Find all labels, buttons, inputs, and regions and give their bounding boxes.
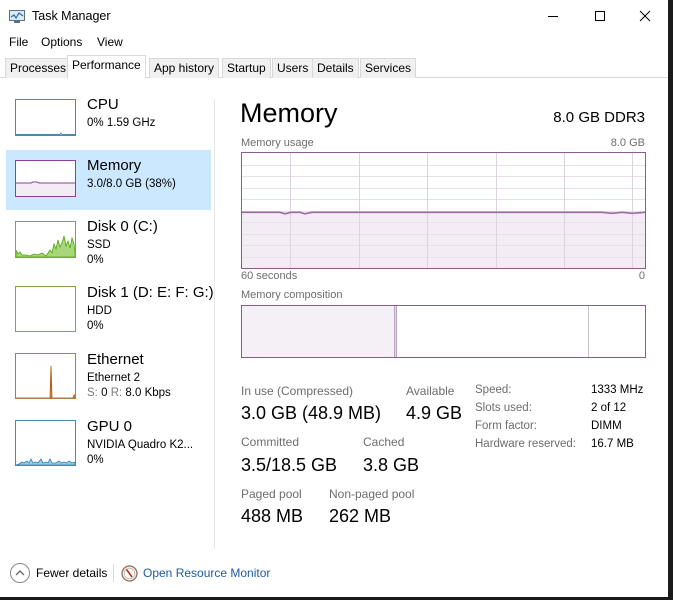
minimize-button[interactable]	[530, 0, 576, 32]
gpu-0-thumbnail-graph	[15, 420, 76, 466]
close-button[interactable]	[622, 0, 668, 32]
sidebar-item-disk-1-usage: 0%	[87, 320, 104, 332]
task-manager-app-icon	[9, 10, 25, 23]
sidebar-item-gpu-0[interactable]: GPU 0 NVIDIA Quadro K2... 0%	[6, 411, 211, 471]
speed-label: Speed:	[475, 384, 512, 396]
disk-1-thumbnail-graph	[15, 286, 76, 332]
tab-startup[interactable]: Startup	[222, 58, 271, 78]
memory-spec: 8.0 GB DDR3	[553, 109, 645, 126]
memory-usage-label: Memory usage	[241, 137, 314, 149]
ethernet-thumbnail-graph	[15, 353, 76, 399]
sidebar-item-gpu-0-model: NVIDIA Quadro K2...	[87, 439, 194, 451]
tab-processes[interactable]: Processes	[5, 58, 72, 78]
menu-file[interactable]: File	[9, 35, 28, 49]
tab-users[interactable]: Users	[272, 58, 314, 78]
resource-monitor-icon	[121, 564, 138, 582]
sidebar-item-disk-0-type: SSD	[87, 239, 111, 251]
minimize-icon	[548, 16, 558, 17]
non-paged-pool-label: Non-paged pool	[329, 487, 415, 501]
sidebar-item-ethernet-throughput: S: 0 R: 8.0 Kbps	[87, 387, 171, 399]
composition-in-use[interactable]	[242, 306, 396, 357]
committed-value: 3.5/18.5 GB	[241, 455, 338, 475]
sidebar-item-ethernet[interactable]: Ethernet Ethernet 2 S: 0 R: 8.0 Kbps	[6, 344, 211, 404]
cached-value: 3.8 GB	[363, 455, 420, 475]
menu-view[interactable]: View	[97, 35, 123, 49]
window-title: Task Manager	[32, 9, 111, 23]
memory-detail-panel: Memory 8.0 GB DDR3 Memory usage 8.0 GB 6…	[230, 79, 668, 549]
memory-usage-max: 8.0 GB	[610, 137, 645, 149]
memory-thumbnail-graph	[15, 160, 76, 197]
disk-0-thumbnail-graph	[15, 221, 76, 258]
sidebar-divider	[214, 99, 215, 549]
available-label: Available	[406, 384, 455, 398]
in-use-label: In use (Compressed)	[241, 384, 354, 398]
chevron-up-icon	[10, 563, 30, 583]
composition-free[interactable]	[588, 306, 645, 357]
memory-composition-label: Memory composition	[241, 289, 343, 301]
non-paged-pool-value: 262 MB	[329, 506, 392, 526]
tab-services[interactable]: Services	[360, 58, 417, 78]
sidebar-item-ethernet-title: Ethernet	[87, 351, 144, 368]
composition-standby[interactable]	[397, 306, 589, 357]
open-resource-monitor-link[interactable]: Open Resource Monitor	[121, 563, 270, 583]
sidebar-item-gpu-0-title: GPU 0	[87, 418, 133, 435]
page-title: Memory	[240, 98, 338, 128]
sidebar-item-memory-usage: 3.0/8.0 GB (38%)	[87, 178, 176, 190]
sidebar-item-cpu-usage: 0% 1.59 GHz	[87, 117, 156, 129]
hardware-reserved-value: 16.7 MB	[591, 438, 634, 450]
close-icon	[639, 10, 651, 22]
speed-value: 1333 MHz	[591, 384, 644, 396]
sidebar-item-disk-1[interactable]: Disk 1 (D: E: F: G:) HDD 0%	[6, 277, 214, 337]
footer-divider	[113, 564, 114, 582]
resource-sidebar: CPU 0% 1.59 GHz Memory 3.0/8.0 GB (38%) …	[0, 79, 215, 549]
cpu-thumbnail-graph	[15, 99, 76, 136]
tab-app-history[interactable]: App history	[149, 58, 220, 78]
tab-details[interactable]: Details	[312, 58, 359, 78]
sidebar-item-cpu[interactable]: CPU 0% 1.59 GHz	[6, 89, 211, 149]
cached-label: Cached	[363, 435, 405, 449]
footer: Fewer details Open Resource Monitor	[0, 555, 668, 597]
sidebar-item-disk-1-type: HDD	[87, 305, 112, 317]
open-resource-monitor-label: Open Resource Monitor	[143, 566, 271, 580]
slots-used-value: 2 of 12	[591, 402, 627, 414]
maximize-icon	[595, 11, 605, 21]
sidebar-item-memory-title: Memory	[87, 157, 142, 174]
hardware-reserved-label: Hardware reserved:	[475, 438, 576, 450]
sidebar-item-cpu-title: CPU	[87, 96, 119, 113]
sidebar-item-gpu-0-usage: 0%	[87, 454, 104, 466]
form-factor-label: Form factor:	[475, 420, 537, 432]
available-value: 4.9 GB	[406, 403, 463, 423]
tab-performance[interactable]: Performance	[67, 55, 146, 79]
fewer-details-button[interactable]: Fewer details	[10, 563, 107, 583]
title-bar: Task Manager	[0, 0, 668, 32]
sidebar-item-ethernet-adapter: Ethernet 2	[87, 372, 141, 384]
usage-area	[242, 212, 645, 268]
menu-options[interactable]: Options	[41, 35, 82, 49]
menu-bar: File Options View	[0, 33, 668, 53]
maximize-button[interactable]	[577, 0, 623, 32]
sidebar-item-disk-0-usage: 0%	[87, 254, 104, 266]
time-axis-end: 0	[638, 270, 645, 282]
sidebar-item-disk-0-title: Disk 0 (C:)	[87, 218, 158, 235]
memory-composition-bar	[241, 305, 646, 358]
tab-bar: Processes Performance App history Startu…	[0, 55, 668, 79]
paged-pool-value: 488 MB	[241, 506, 304, 526]
form-factor-value: DIMM	[591, 420, 622, 432]
slots-used-label: Slots used:	[475, 402, 532, 414]
task-manager-window: Task Manager File Options View Processes…	[0, 0, 668, 597]
paged-pool-label: Paged pool	[241, 487, 302, 501]
time-axis-start: 60 seconds	[241, 270, 298, 282]
fewer-details-label: Fewer details	[36, 566, 108, 580]
sidebar-item-disk-0[interactable]: Disk 0 (C:) SSD 0%	[6, 211, 211, 271]
sidebar-item-memory[interactable]: Memory 3.0/8.0 GB (38%)	[6, 150, 211, 210]
committed-label: Committed	[241, 435, 300, 449]
sidebar-item-disk-1-title: Disk 1 (D: E: F: G:)	[87, 284, 214, 301]
memory-usage-chart	[241, 152, 646, 269]
in-use-value: 3.0 GB (48.9 MB)	[241, 403, 382, 423]
